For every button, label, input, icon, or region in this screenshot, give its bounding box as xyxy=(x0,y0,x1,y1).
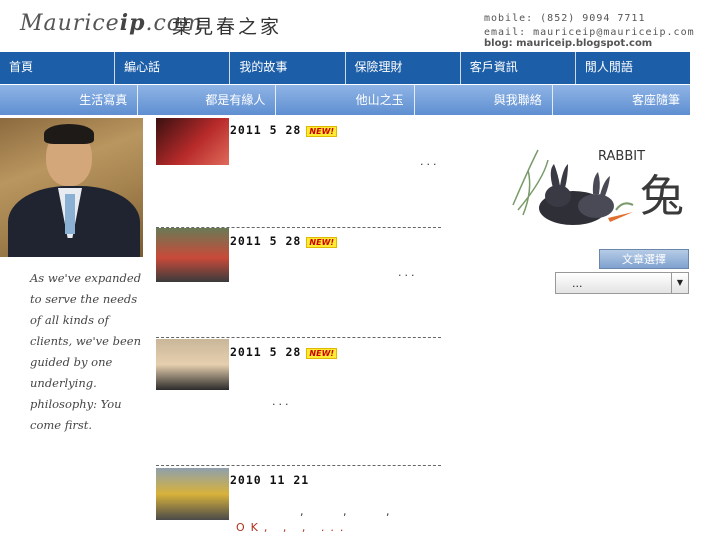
secondary-nav: 生活寫真 都是有緣人 他山之玉 與我聯絡 客座隨筆 xyxy=(0,85,690,115)
sidebar-quote: As we've expanded to serve the needs of … xyxy=(30,271,142,432)
article-dropdown[interactable]: ... ▼ xyxy=(555,272,689,294)
post-divider xyxy=(156,465,441,466)
post-excerpt[interactable]: ... xyxy=(272,395,292,408)
contact-mobile: mobile: (852) 9094 7711 xyxy=(484,13,646,24)
new-badge: NEW! xyxy=(306,348,338,359)
post-date: 2011 5 28 xyxy=(230,123,302,137)
nav-editor-words[interactable]: 編心話 xyxy=(115,52,231,84)
post-date: 2011 5 28 xyxy=(230,345,302,359)
nav-insurance[interactable]: 保險理財 xyxy=(346,52,461,84)
article-select-button[interactable]: 文章選擇 xyxy=(599,249,689,269)
post-excerpt-line[interactable]: , , , xyxy=(300,505,407,518)
post-header: 2010 11 21 xyxy=(230,469,309,488)
logo-prefix: Maurice xyxy=(20,11,120,36)
post-divider xyxy=(156,337,441,338)
post-thumbnail[interactable] xyxy=(156,118,229,165)
post-thumbnail[interactable] xyxy=(156,468,229,520)
post-excerpt[interactable]: ... xyxy=(420,155,440,168)
post-date: 2011 5 28 xyxy=(230,234,302,248)
nav-home[interactable]: 首頁 xyxy=(0,52,116,84)
profile-photo xyxy=(0,118,143,257)
new-badge: NEW! xyxy=(306,126,338,137)
chevron-down-icon[interactable]: ▼ xyxy=(671,273,688,293)
nav-guest-essays[interactable]: 客座隨筆 xyxy=(551,85,690,115)
nav-other-jade[interactable]: 他山之玉 xyxy=(275,85,413,115)
logo-chinese-name: 葉見春之家 xyxy=(172,16,283,38)
new-badge: NEW! xyxy=(306,237,338,248)
post-excerpt[interactable]: ... xyxy=(398,266,418,279)
nav-destined-people[interactable]: 都是有緣人 xyxy=(137,85,275,115)
post-thumbnail[interactable] xyxy=(156,339,229,390)
rabbit-title: RABBIT xyxy=(598,149,646,164)
post-date: 2010 11 21 xyxy=(230,473,310,487)
post-excerpt-line[interactable]: OK, , , ... xyxy=(236,521,349,534)
nav-life-photos[interactable]: 生活寫真 xyxy=(0,85,137,115)
contact-blog[interactable]: blog: mauriceip.blogspot.com xyxy=(484,38,652,49)
primary-nav: 首頁 編心話 我的故事 保險理財 客戶資訊 閒人閒語 xyxy=(0,52,690,84)
nav-casual-talk[interactable]: 閒人閒語 xyxy=(576,52,690,84)
logo-ip: ip xyxy=(119,10,146,36)
nav-contact-me[interactable]: 與我聯絡 xyxy=(413,85,552,115)
nav-my-story[interactable]: 我的故事 xyxy=(230,52,346,84)
post-header: 2011 5 28 NEW! xyxy=(230,341,338,360)
nav-client-info[interactable]: 客戶資訊 xyxy=(461,52,576,84)
dropdown-value: ... xyxy=(572,277,583,290)
contact-email[interactable]: email: mauriceip@mauriceip.com xyxy=(484,27,695,38)
post-header: 2011 5 28 NEW! xyxy=(230,119,338,138)
post-thumbnail[interactable] xyxy=(156,228,229,282)
rabbit-character: 兔 xyxy=(640,171,684,222)
post-header: 2011 5 28 NEW! xyxy=(230,230,338,249)
